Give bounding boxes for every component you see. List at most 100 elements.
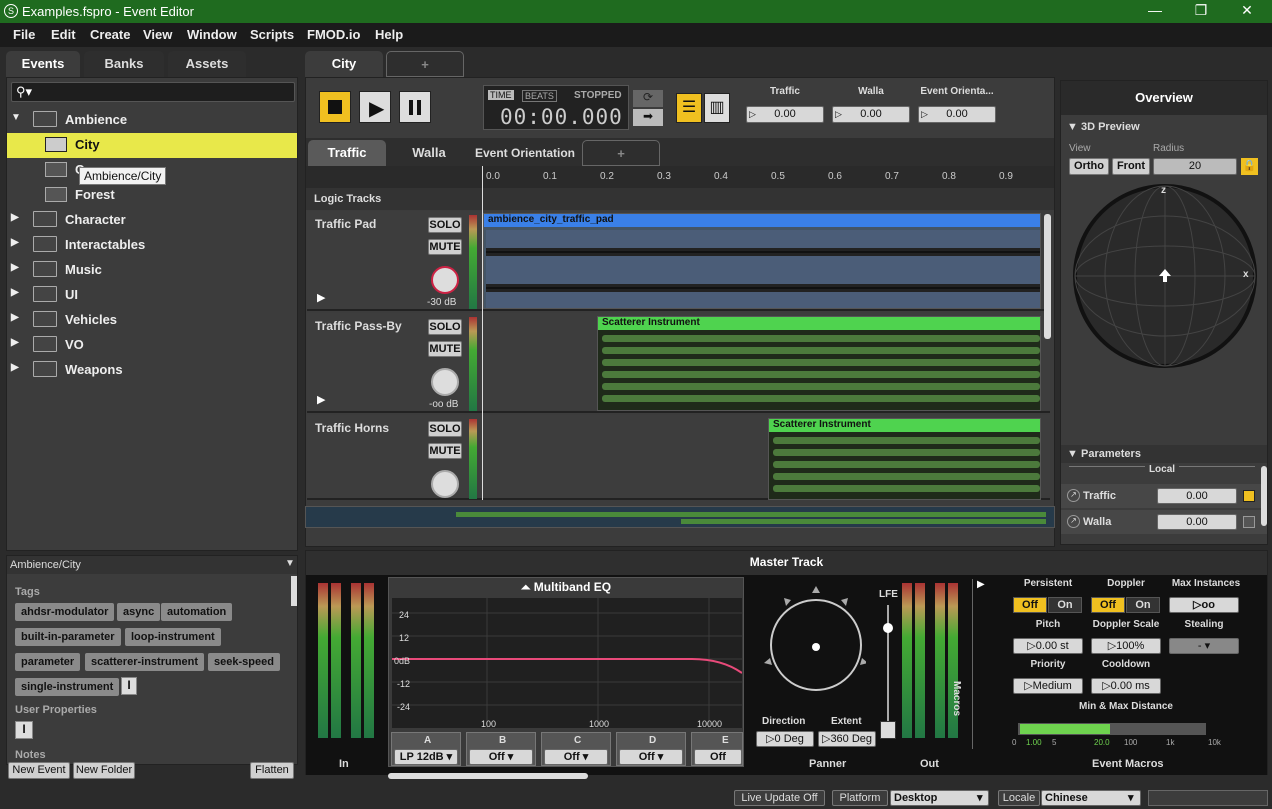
cooldown-field[interactable]: ▷0.00 ms — [1091, 678, 1161, 694]
play-icon[interactable]: ▶ — [317, 393, 325, 406]
doppler-scale-field[interactable]: ▷100% — [1091, 638, 1161, 654]
solo-button[interactable]: SOLO — [428, 421, 462, 437]
menu-window[interactable]: Window — [187, 27, 237, 42]
menu-create[interactable]: Create — [90, 27, 130, 42]
solo-button[interactable]: SOLO — [428, 319, 462, 335]
overview-timeline[interactable] — [305, 506, 1055, 528]
menu-help[interactable]: Help — [375, 27, 403, 42]
new-folder-button[interactable]: New Folder — [73, 762, 135, 779]
menu-fmod-io[interactable]: FMOD.io — [307, 27, 360, 42]
deck-scrollbar[interactable] — [388, 773, 588, 779]
tag-chip[interactable]: parameter — [15, 653, 81, 671]
time-mode-button[interactable]: TIME — [488, 90, 514, 100]
tree-folder-character[interactable]: ▶ Character — [7, 208, 297, 233]
scatterer-instrument[interactable]: Scatterer Instrument — [768, 418, 1041, 500]
locale-select[interactable]: Chinese ▾ — [1041, 790, 1141, 806]
tree-folder-ambience[interactable]: ▼ Ambience — [7, 108, 297, 133]
tag-chip[interactable]: seek-speed — [208, 653, 280, 671]
solo-button[interactable]: SOLO — [428, 217, 462, 233]
preview-section-header[interactable]: ▼ 3D Preview — [1067, 121, 1140, 133]
band-type-select[interactable]: Off ▾ — [544, 749, 608, 765]
band-type-select[interactable]: Off ▾ — [619, 749, 683, 765]
lfe-slider-thumb[interactable] — [883, 623, 893, 633]
param-field-traffic[interactable]: ▷ 0.00 — [746, 106, 824, 123]
tree-event-forest[interactable]: Forest — [7, 183, 297, 208]
follow-button[interactable]: ➡ — [633, 109, 663, 126]
lock-icon[interactable]: 🔒 — [1241, 158, 1258, 175]
tree-folder-weapons[interactable]: ▶ Weapons — [7, 358, 297, 383]
tag-chip[interactable]: built-in-parameter — [15, 628, 121, 646]
close-button[interactable]: ✕ — [1232, 2, 1262, 19]
info-scrollbar[interactable] — [291, 576, 297, 606]
eq-graph[interactable] — [392, 598, 742, 728]
expand-right-icon[interactable]: ▶ — [11, 287, 19, 298]
speaker-icon[interactable] — [880, 721, 896, 739]
radius-field[interactable]: 20 — [1153, 158, 1237, 175]
tag-chip[interactable]: ahdsr-modulator — [15, 603, 115, 621]
param-value-field[interactable]: 0.00 — [1157, 514, 1237, 530]
expand-right-icon[interactable]: ▶ — [11, 362, 19, 373]
tag-chip[interactable]: async — [117, 603, 161, 621]
mute-button[interactable]: MUTE — [428, 443, 462, 459]
audio-instrument[interactable]: ambience_city_traffic_pad — [483, 213, 1041, 309]
tree-event-city[interactable]: City — [7, 133, 297, 158]
add-property-cursor-icon[interactable]: I — [15, 721, 33, 739]
expand-right-icon[interactable]: ▶ — [11, 262, 19, 273]
max-instances-field[interactable]: ▷oo — [1169, 597, 1239, 613]
scatterer-instrument[interactable]: Scatterer Instrument — [597, 316, 1041, 411]
play-icon[interactable]: ▶ — [317, 291, 325, 304]
volume-knob[interactable] — [431, 368, 459, 396]
volume-knob[interactable] — [431, 266, 459, 294]
deck-view-button[interactable]: ▥ — [704, 93, 730, 123]
eq-band-a[interactable]: A LP 12dB ▾ — [391, 732, 461, 766]
play-button[interactable]: ▶ — [359, 91, 391, 123]
param-field-orientation[interactable]: ▷ 0.00 — [918, 106, 996, 123]
beats-mode-button[interactable]: BEATS — [522, 90, 557, 102]
volume-knob[interactable] — [431, 470, 459, 498]
eq-band-e[interactable]: E Off — [691, 732, 743, 766]
add-tab-button[interactable]: + — [386, 51, 464, 77]
param-color-swatch[interactable] — [1243, 490, 1255, 502]
tree-folder-vehicles[interactable]: ▶ Vehicles — [7, 308, 297, 333]
tree-folder-music[interactable]: ▶ Music — [7, 258, 297, 283]
mute-button[interactable]: MUTE — [428, 341, 462, 357]
direction-field[interactable]: ▷0 Deg — [756, 731, 814, 747]
param-field-walla[interactable]: ▷ 0.00 — [832, 106, 910, 123]
new-event-button[interactable]: New Event — [8, 762, 70, 779]
parameters-section-header[interactable]: ▼ Parameters — [1061, 445, 1267, 463]
expand-right-icon[interactable]: ▶ — [977, 579, 985, 590]
minimize-button[interactable]: — — [1140, 2, 1170, 18]
expand-down-icon[interactable]: ▼ — [11, 112, 21, 123]
doppler-on-button[interactable]: On — [1126, 597, 1160, 613]
add-tag-cursor-icon[interactable]: I — [121, 677, 137, 695]
param-row-walla[interactable]: ↗ Walla 0.00 — [1061, 510, 1267, 534]
priority-field[interactable]: ▷Medium — [1013, 678, 1083, 694]
tracks-view-button[interactable]: ☰ — [676, 93, 702, 123]
band-type-select[interactable]: Off — [694, 749, 742, 765]
timeline-ruler[interactable]: 0.0 0.1 0.2 0.3 0.4 0.5 0.6 0.7 0.8 0.9 — [306, 166, 1054, 188]
parameters-scrollbar[interactable] — [1261, 466, 1267, 526]
extent-field[interactable]: ▷360 Deg — [818, 731, 876, 747]
front-button[interactable]: Front — [1112, 158, 1150, 175]
sheet-tab-event-orientation[interactable]: Event Orientation — [472, 140, 578, 166]
tree-folder-interactables[interactable]: ▶ Interactables — [7, 233, 297, 258]
tab-assets[interactable]: Assets — [168, 51, 246, 77]
search-input[interactable]: ⚲▾ — [11, 82, 295, 102]
param-color-swatch[interactable] — [1243, 516, 1255, 528]
distance-slider[interactable] — [1018, 723, 1206, 735]
tab-city[interactable]: City — [305, 51, 383, 77]
panner-dial[interactable] — [756, 583, 866, 693]
collapse-icon[interactable]: ▼ — [285, 558, 295, 569]
platform-select[interactable]: Desktop ▾ — [890, 790, 989, 806]
tag-chip[interactable]: scatterer-instrument — [85, 653, 204, 671]
expand-right-icon[interactable]: ▶ — [11, 312, 19, 323]
mute-button[interactable]: MUTE — [428, 239, 462, 255]
tree-folder-ui[interactable]: ▶ UI — [7, 283, 297, 308]
tab-banks[interactable]: Banks — [84, 51, 164, 77]
persistent-on-button[interactable]: On — [1048, 597, 1082, 613]
pause-button[interactable] — [399, 91, 431, 123]
pitch-field[interactable]: ▷0.00 st — [1013, 638, 1083, 654]
band-type-select[interactable]: Off ▾ — [469, 749, 533, 765]
menu-file[interactable]: File — [13, 27, 35, 42]
expand-right-icon[interactable]: ▶ — [11, 337, 19, 348]
